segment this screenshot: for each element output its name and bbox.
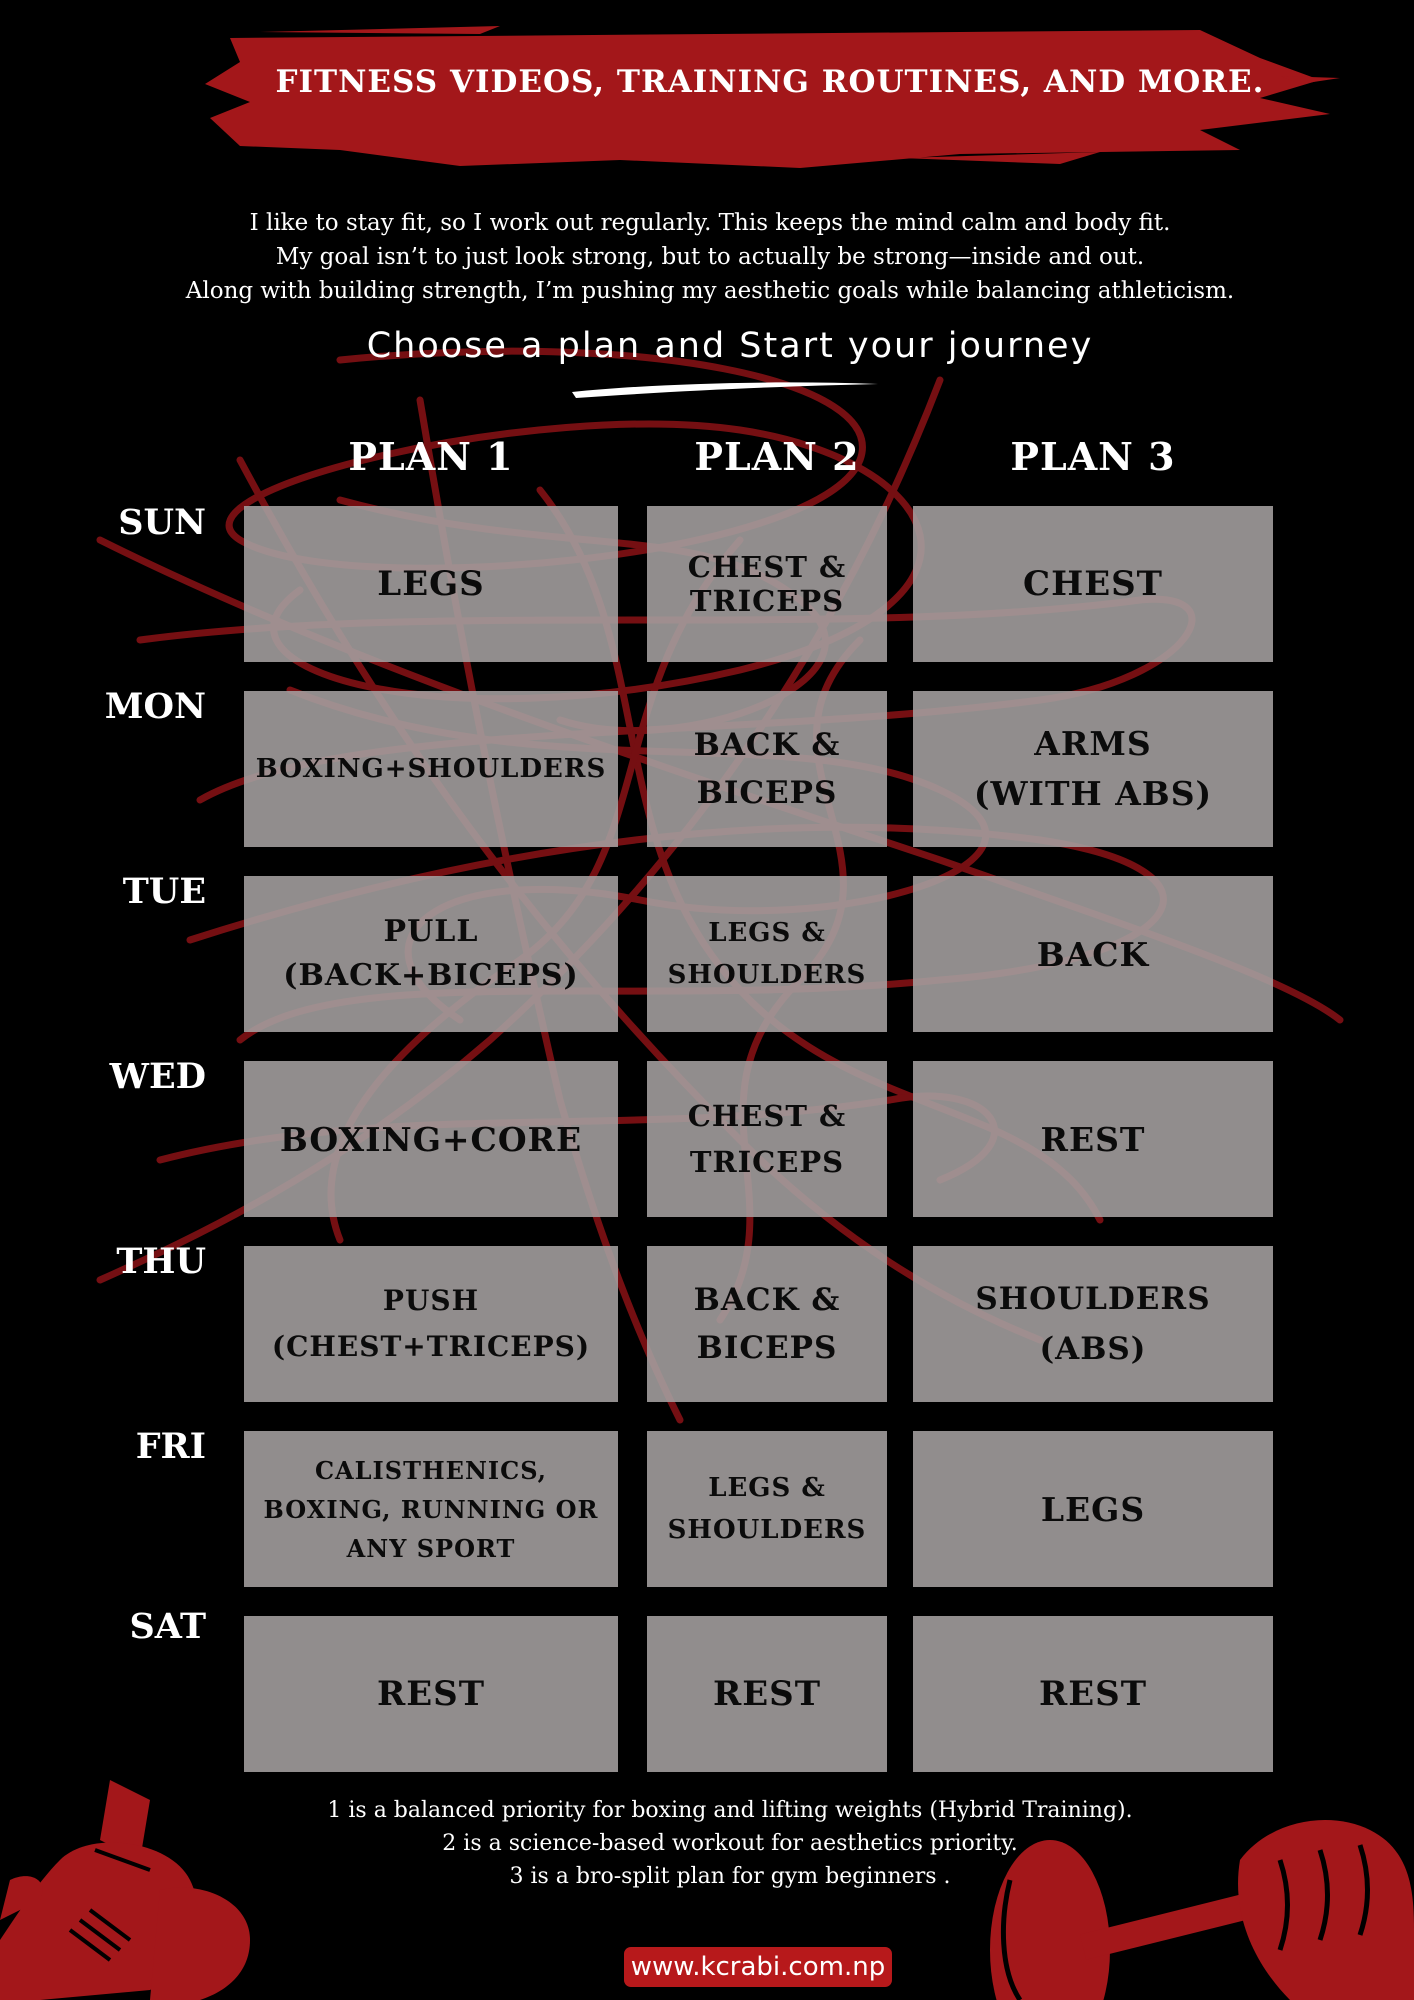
plan-1-header: PLAN 1 (348, 434, 514, 479)
cell-wed-plan2: CHEST & TRICEPS (647, 1061, 887, 1217)
cta-heading: Choose a plan and Start your journey (366, 326, 1094, 366)
cell-sun-plan1: LEGS (244, 506, 618, 662)
intro-line: My goal isn’t to just look strong, but t… (275, 244, 1145, 270)
cell-tue-plan3: BACK (913, 876, 1273, 1032)
cell-fri-plan2: LEGS & SHOULDERS (647, 1431, 887, 1587)
cell-tue-plan1: PULL (BACK+BICEPS) (244, 876, 618, 1032)
day-label-sun: SUN (118, 502, 206, 543)
cell-mon-plan2: BACK & BICEPS (647, 691, 887, 847)
day-label-fri: FRI (135, 1426, 206, 1467)
cell-fri-plan1: CALISTHENICS, BOXING, RUNNING OR ANY SPO… (244, 1431, 618, 1587)
cell-mon-plan1: BOXING+SHOULDERS (244, 691, 618, 847)
cell-sat-plan3: REST (913, 1616, 1273, 1772)
boxing-glove-icon (0, 1780, 250, 2000)
day-label-thu: THU (116, 1241, 206, 1282)
intro-text: I like to stay fit, so I work out regula… (80, 206, 1340, 308)
cell-thu-plan2: BACK & BICEPS (647, 1246, 887, 1402)
fist-dumbbell-icon (990, 1820, 1414, 2000)
day-label-tue: TUE (122, 871, 206, 912)
banner-title: FITNESS VIDEOS, TRAINING ROUTINES, AND M… (275, 64, 1265, 100)
cell-tue-plan2: LEGS & SHOULDERS (647, 876, 887, 1032)
intro-line: I like to stay fit, so I work out regula… (249, 210, 1171, 236)
cell-thu-plan1: PUSH (CHEST+TRICEPS) (244, 1246, 618, 1402)
cell-mon-plan3: ARMS (WITH ABS) (913, 691, 1273, 847)
cell-fri-plan3: LEGS (913, 1431, 1273, 1587)
plan-2-header: PLAN 2 (694, 434, 860, 479)
day-label-wed: WED (109, 1056, 206, 1097)
day-label-mon: MON (104, 686, 206, 727)
cell-wed-plan1: BOXING+CORE (244, 1061, 618, 1217)
intro-line: Along with building strength, I’m pushin… (185, 278, 1235, 304)
cell-sun-plan2: CHEST & TRICEPS (647, 506, 887, 662)
day-label-sat: SAT (129, 1606, 206, 1647)
cell-thu-plan3: SHOULDERS (ABS) (913, 1246, 1273, 1402)
plan-3-header: PLAN 3 (1010, 434, 1176, 479)
cell-sat-plan1: REST (244, 1616, 618, 1772)
cell-wed-plan3: REST (913, 1061, 1273, 1217)
header-banner (205, 26, 1340, 168)
cell-sat-plan2: REST (647, 1616, 887, 1772)
cta-underline (572, 382, 878, 398)
website-link[interactable]: www.kcrabi.com.np (624, 1947, 892, 1987)
cell-sun-plan3: CHEST (913, 506, 1273, 662)
